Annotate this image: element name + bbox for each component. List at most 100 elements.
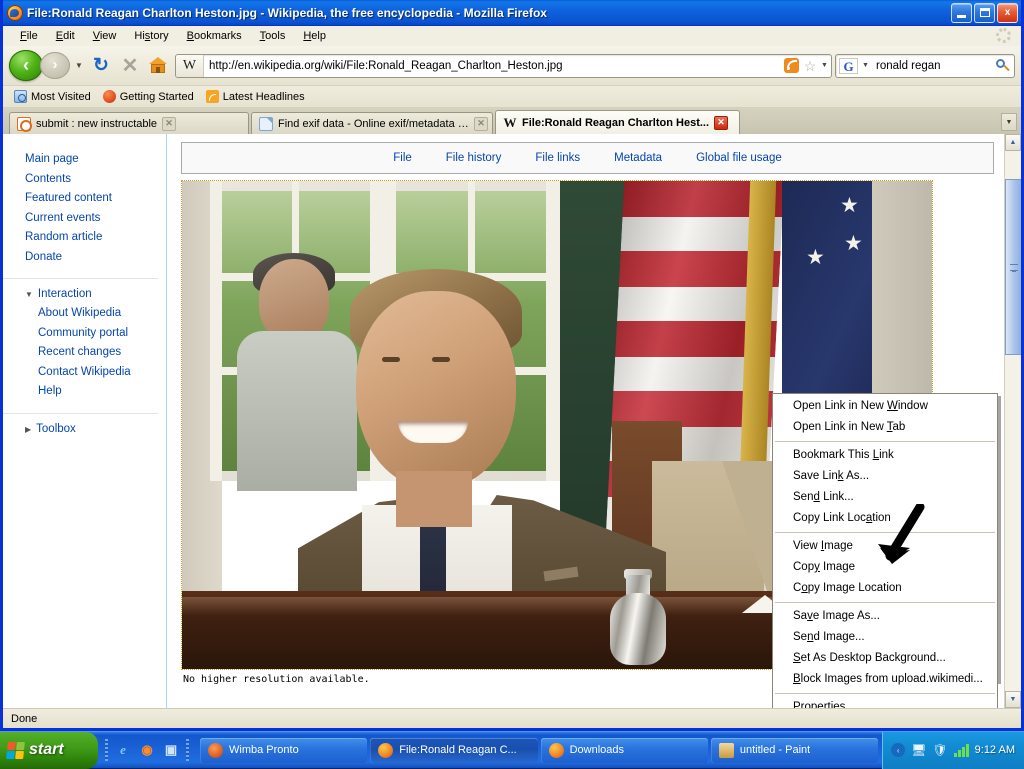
sidebar-item-contact-wikipedia[interactable]: Contact Wikipedia: [38, 363, 166, 383]
reload-button[interactable]: ↻: [88, 53, 114, 79]
scroll-up-button[interactable]: ▲: [1005, 134, 1021, 151]
tray-expand-icon[interactable]: ‹: [891, 743, 905, 757]
sidebar-section-toolbox[interactable]: ▶ Toolbox: [25, 420, 166, 439]
shield-icon[interactable]: 🛡: [932, 743, 947, 757]
sidebar-item-contents[interactable]: Contents: [25, 170, 166, 190]
minimize-button[interactable]: [951, 3, 972, 23]
tab-find-exif-data[interactable]: Find exif data - Online exif/metadata p.…: [251, 112, 493, 134]
bookmark-star-icon[interactable]: ☆: [802, 59, 818, 73]
menu-item-copy-image-location[interactable]: Copy Image Location: [773, 578, 997, 599]
search-input[interactable]: ronald regan: [872, 60, 992, 72]
menu-item-set-as-desktop-background[interactable]: Set As Desktop Background...: [773, 648, 997, 669]
tab-metadata[interactable]: Metadata: [614, 152, 662, 164]
search-engine-dropdown-icon[interactable]: ▼: [859, 62, 872, 69]
home-button[interactable]: [146, 53, 172, 79]
clock[interactable]: 9:12 AM: [975, 744, 1015, 756]
back-button[interactable]: ‹: [9, 50, 43, 81]
media-player-icon[interactable]: ◉: [138, 741, 156, 759]
menu-item-send-image[interactable]: Send Image...: [773, 627, 997, 648]
signal-icon[interactable]: [954, 744, 969, 757]
menu-tools[interactable]: Tools: [251, 28, 295, 44]
address-bar[interactable]: W http://en.wikipedia.org/wiki/File:Rona…: [175, 54, 832, 78]
menu-item-open-link-in-new-tab[interactable]: Open Link in New Tab: [773, 417, 997, 438]
history-dropdown-button[interactable]: ▼: [73, 56, 85, 76]
bookmarks-toolbar: Most Visited Getting Started Latest Head…: [3, 86, 1021, 108]
tab-file-history[interactable]: File history: [446, 152, 502, 164]
sidebar-item-main-page[interactable]: Main page: [25, 150, 166, 170]
network-icon[interactable]: 🖥: [911, 743, 926, 757]
taskbar-item-firefox-file-ronald-reagan[interactable]: File:Ronald Reagan C...: [370, 738, 537, 763]
menu-item-view-image[interactable]: View Image: [773, 536, 997, 557]
menu-item-properties[interactable]: Properties: [773, 697, 997, 708]
scrollbar-track[interactable]: [1005, 151, 1021, 691]
context-menu[interactable]: Open Link in New Window Open Link in New…: [772, 393, 998, 708]
taskbar: start e ◉ ▣ Wimba Pronto File:Ronald Rea…: [0, 731, 1024, 768]
google-icon[interactable]: G: [839, 58, 858, 74]
menu-history[interactable]: History: [125, 28, 177, 44]
sidebar-item-about-wikipedia[interactable]: About Wikipedia: [38, 304, 166, 324]
sidebar-item-random-article[interactable]: Random article: [25, 228, 166, 248]
tab-label: Find exif data - Online exif/metadata p.…: [278, 118, 469, 130]
bookmark-most-visited[interactable]: Most Visited: [9, 89, 96, 104]
scrollbar-thumb[interactable]: [1005, 179, 1021, 355]
start-button[interactable]: start: [0, 732, 98, 769]
tab-file-links[interactable]: File links: [535, 152, 580, 164]
menu-item-bookmark-this-link[interactable]: Bookmark This Link: [773, 445, 997, 466]
menu-item-copy-link-location[interactable]: Copy Link Location: [773, 508, 997, 529]
bookmark-latest-headlines[interactable]: Latest Headlines: [201, 89, 310, 104]
scroll-down-button[interactable]: ▼: [1005, 691, 1021, 708]
sidebar-item-featured-content[interactable]: Featured content: [25, 189, 166, 209]
menu-separator: [775, 602, 995, 603]
paint-icon: [719, 743, 734, 758]
sidebar-divider: [3, 413, 158, 414]
menu-file[interactable]: FFileile: [11, 28, 47, 44]
search-icon[interactable]: [992, 56, 1014, 76]
menu-view[interactable]: View: [84, 28, 126, 44]
menu-edit[interactable]: Edit: [47, 28, 84, 44]
maximize-button[interactable]: [974, 3, 995, 23]
tab-global-file-usage[interactable]: Global file usage: [696, 152, 782, 164]
bookmark-getting-started[interactable]: Getting Started: [98, 89, 199, 104]
tab-submit-new-instructable[interactable]: submit : new instructable ✕: [9, 112, 249, 134]
taskbar-item-downloads[interactable]: Downloads: [541, 738, 708, 763]
sidebar-item-help[interactable]: Help: [38, 382, 166, 402]
toolbar-grip[interactable]: [186, 739, 189, 761]
toolbar-grip[interactable]: [105, 739, 108, 761]
show-desktop-icon[interactable]: ▣: [162, 741, 180, 759]
rss-feed-icon[interactable]: [784, 58, 799, 73]
chevron-down-icon: ▼: [1010, 696, 1017, 703]
taskbar-item-wimba-pronto[interactable]: Wimba Pronto: [200, 738, 367, 763]
internet-explorer-icon[interactable]: e: [114, 741, 132, 759]
sidebar-item-donate[interactable]: Donate: [25, 248, 166, 268]
menu-item-copy-image[interactable]: Copy Image: [773, 557, 997, 578]
windows-logo-icon: [6, 742, 25, 759]
tab-list-button[interactable]: ▼: [1001, 113, 1017, 131]
menu-help[interactable]: Help: [294, 28, 335, 44]
sidebar-section-interaction[interactable]: ▼ Interaction: [25, 285, 166, 304]
loading-throbber-icon: [996, 28, 1011, 43]
tab-file[interactable]: File: [393, 152, 412, 164]
menu-bookmarks[interactable]: Bookmarks: [178, 28, 251, 44]
sidebar-item-current-events[interactable]: Current events: [25, 209, 166, 229]
stop-button[interactable]: ✕: [117, 53, 143, 79]
sidebar-item-community-portal[interactable]: Community portal: [38, 324, 166, 344]
address-dropdown-icon[interactable]: ▼: [818, 62, 831, 69]
tab-close-icon[interactable]: ✕: [714, 116, 728, 130]
tab-file-ronald-reagan-charlton-heston[interactable]: W File:Ronald Reagan Charlton Hest... ✕: [495, 110, 740, 134]
menu-item-save-link-as[interactable]: Save Link As...: [773, 466, 997, 487]
menu-item-block-images[interactable]: Block Images from upload.wikimedi...: [773, 669, 997, 690]
sidebar-item-recent-changes[interactable]: Recent changes: [38, 343, 166, 363]
menu-item-save-image-as[interactable]: Save Image As...: [773, 606, 997, 627]
tab-close-icon[interactable]: ✕: [162, 117, 176, 131]
vertical-scrollbar[interactable]: ▲ ▼: [1004, 134, 1021, 708]
wikipedia-icon: W: [503, 116, 517, 130]
menu-item-open-link-in-new-window[interactable]: Open Link in New Window: [773, 396, 997, 417]
firefox-icon: [103, 90, 116, 103]
tab-close-icon[interactable]: ✕: [474, 117, 488, 131]
forward-button[interactable]: ›: [40, 52, 70, 79]
search-bar[interactable]: G ▼ ronald regan: [835, 54, 1015, 78]
taskbar-item-untitled-paint[interactable]: untitled - Paint: [711, 738, 878, 763]
menu-item-send-link[interactable]: Send Link...: [773, 487, 997, 508]
close-button[interactable]: x: [997, 3, 1018, 23]
url-input[interactable]: http://en.wikipedia.org/wiki/File:Ronald…: [204, 60, 784, 72]
